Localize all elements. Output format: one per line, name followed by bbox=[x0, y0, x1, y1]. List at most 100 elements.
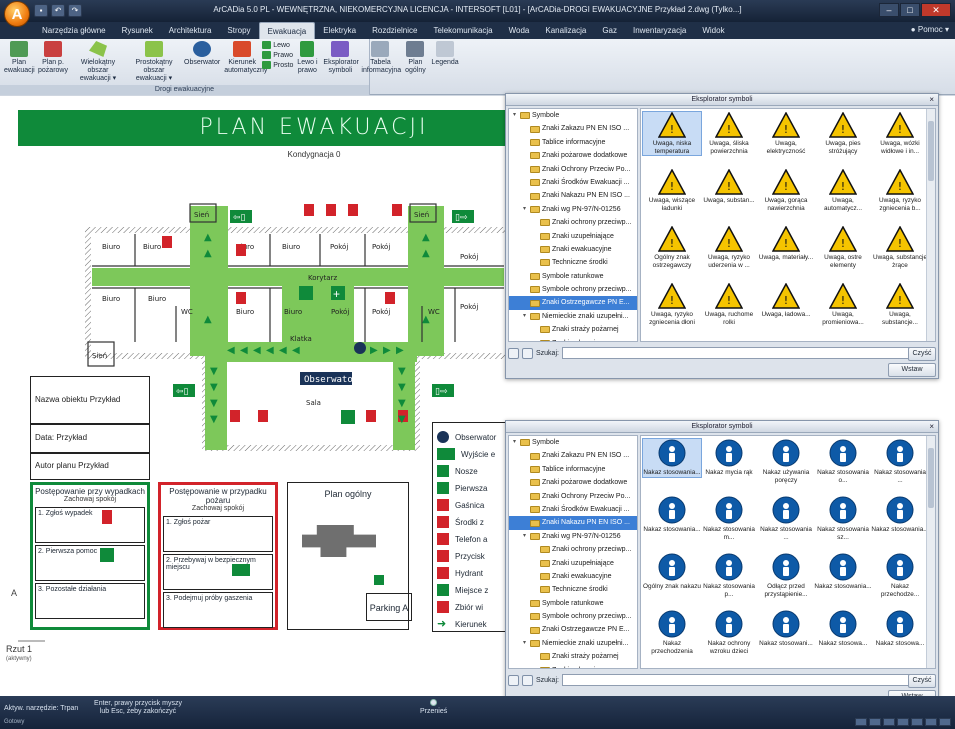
symbol-tile[interactable]: Nakaz stosowania... bbox=[871, 496, 929, 534]
symbol-grid[interactable]: ! Uwaga, substancje...! Uwaga, promieniowa… bbox=[640, 108, 936, 342]
tree-item[interactable]: Znaki straży pożarnej bbox=[509, 323, 637, 336]
symbol-tile[interactable]: ! Uwaga, materiały... bbox=[757, 226, 815, 262]
symbol-tile[interactable]: ! Uwaga, ryzyko zgniecenia dłoni bbox=[643, 283, 701, 326]
clear-button[interactable]: Czyść bbox=[908, 347, 936, 361]
symbol-tile[interactable]: Nakaz używania poręczy bbox=[757, 439, 815, 484]
tab-narzedzia-glowne[interactable]: Narzędzia główne bbox=[34, 22, 114, 39]
tree-item[interactable]: Znaki ewakuacyjne bbox=[509, 570, 637, 583]
symbol-tile[interactable]: Nakaz stosowani... bbox=[757, 610, 815, 648]
symbol-tile[interactable]: Nakaz stosowa... bbox=[871, 610, 929, 648]
tab-ewakuacja[interactable]: Ewakuacja bbox=[258, 22, 316, 39]
tree-item[interactable]: Znaki nakazujące bbox=[509, 337, 637, 341]
tree-item[interactable]: Znaki nakazujące bbox=[509, 664, 637, 668]
tab-kanalizacja[interactable]: Kanalizacja bbox=[537, 22, 594, 39]
symbol-tile[interactable]: ! Ogólny znak ostrzegawczy bbox=[643, 226, 701, 269]
model-toggle[interactable] bbox=[939, 718, 951, 726]
tree-item[interactable]: Znaki Nakazu PN EN ISO ... bbox=[509, 516, 637, 530]
symbol-tile[interactable]: ! Uwaga, śliska powierzchnia bbox=[700, 112, 758, 155]
move-button[interactable]: Przenieś bbox=[420, 699, 447, 715]
symbol-tile[interactable]: Nakaz stosowa... bbox=[814, 610, 872, 648]
tree-item[interactable]: Znaki ewakuacyjne bbox=[509, 243, 637, 256]
symbol-tile[interactable]: ! Uwaga, ostre elementy bbox=[814, 226, 872, 269]
scrollbar-thumb[interactable] bbox=[928, 121, 934, 181]
symbol-tile[interactable]: Nakaz mycia rąk bbox=[700, 439, 758, 477]
tab-architektura[interactable]: Architektura bbox=[161, 22, 220, 39]
symbol-tile[interactable]: ! Uwaga, pies stróżujący bbox=[814, 112, 872, 155]
tree-item[interactable]: Tablice informacyjne bbox=[509, 136, 637, 149]
legenda-button[interactable]: Legenda bbox=[429, 41, 460, 67]
tree-item[interactable]: ▾ Niemieckie znaki uzupełni... bbox=[509, 637, 637, 650]
plan-ogolny-button[interactable]: Plan ogólny bbox=[401, 41, 429, 75]
tree-item[interactable]: Znaki Środków Ewakuacji ... bbox=[509, 176, 637, 189]
tree-item[interactable]: Znaki Ochrony Przeciw Po... bbox=[509, 163, 637, 176]
tabela-informacyjna-button[interactable]: Tabela informacyjna bbox=[359, 41, 401, 75]
tab-woda[interactable]: Woda bbox=[501, 22, 538, 39]
tree-item[interactable]: Znaki straży pożarnej bbox=[509, 650, 637, 663]
tab-rysunek[interactable]: Rysunek bbox=[114, 22, 161, 39]
clear-button[interactable]: Czyść bbox=[908, 674, 936, 688]
obserwator-button[interactable]: Obserwator bbox=[182, 41, 222, 67]
close-button[interactable]: ✕ bbox=[921, 3, 951, 17]
polar-toggle[interactable] bbox=[897, 718, 909, 726]
symbol-tile[interactable]: Nakaz stosowania ... bbox=[757, 496, 815, 541]
filter-icon[interactable] bbox=[522, 347, 533, 359]
ortho-toggle[interactable] bbox=[883, 718, 895, 726]
eksplorator-symboli-button[interactable]: Eksplorator symboli bbox=[321, 41, 359, 75]
symbol-tile[interactable]: Nakaz stosowania sz... bbox=[814, 496, 872, 541]
symbol-tile[interactable]: Nakaz ochrony wzroku dzieci bbox=[700, 610, 758, 655]
symbol-tile[interactable]: Nakaz stosowania... bbox=[642, 438, 702, 478]
osnap-toggle[interactable] bbox=[911, 718, 923, 726]
symbol-tile[interactable]: ! Uwaga, elektryczność bbox=[757, 112, 815, 155]
symbol-tile[interactable]: ! Uwaga, wiszące ładunki bbox=[643, 169, 701, 212]
tab-rozdzielnice[interactable]: Rozdzielnice bbox=[364, 22, 425, 39]
tab-widok[interactable]: Widok bbox=[694, 22, 732, 39]
symbol-tile[interactable]: Nakaz stosowania... bbox=[814, 553, 872, 591]
tree-item[interactable]: Znaki pożarowe dodatkowe bbox=[509, 149, 637, 162]
tree-item[interactable]: ▾ Znaki wg PN-97/N-01256 bbox=[509, 203, 637, 216]
symbol-tile[interactable]: ! Uwaga, ryzyko uderzenia w ... bbox=[700, 226, 758, 269]
help-menu[interactable]: ● Pomoc ▾ bbox=[911, 25, 949, 34]
tree-item[interactable]: Znaki Zakazu PN EN ISO ... bbox=[509, 122, 637, 135]
symbol-tree[interactable]: ▾ Symbole Znaki Zakazu PN EN ISO ... Tablic… bbox=[508, 435, 638, 669]
tree-item[interactable]: Znaki Środków Ewakuacji ... bbox=[509, 503, 637, 516]
search-input[interactable] bbox=[561, 347, 917, 359]
lewo-button[interactable]: Lewo bbox=[262, 41, 293, 49]
filter-icon[interactable] bbox=[522, 674, 533, 686]
wielokatny-obszar-button[interactable]: Wielokątny obszar ewakuacji ▾ bbox=[70, 41, 126, 83]
tree-item[interactable]: Symbole ratunkowe bbox=[509, 597, 637, 610]
tree-item[interactable]: Znaki ochrony przeciwp... bbox=[509, 543, 637, 556]
plan-ewakuacji-button[interactable]: Plan ewakuacji bbox=[2, 41, 36, 75]
lewo-i-prawo-button[interactable]: Lewo i prawo bbox=[293, 41, 321, 75]
tree-item[interactable]: Znaki Zakazu PN EN ISO ... bbox=[509, 449, 637, 462]
symbol-tile[interactable]: ! Uwaga, ładowa... bbox=[757, 283, 815, 319]
symbol-tile[interactable]: ! Uwaga, automatycz... bbox=[814, 169, 872, 212]
tree-view-icon[interactable] bbox=[508, 674, 519, 686]
panel-title[interactable]: Eksplorator symboli × bbox=[506, 421, 938, 433]
scrollbar[interactable] bbox=[926, 436, 935, 668]
expand-icon[interactable]: ▾ bbox=[521, 203, 528, 216]
maximize-button[interactable]: □ bbox=[900, 3, 920, 17]
tree-item[interactable]: Tablice informacyjne bbox=[509, 463, 637, 476]
app-logo[interactable]: A bbox=[4, 1, 30, 27]
observer-marker[interactable] bbox=[354, 342, 366, 354]
symbol-tile[interactable]: ! Uwaga, ruchome rolki bbox=[700, 283, 758, 326]
expand-icon[interactable]: ▾ bbox=[511, 436, 518, 449]
tab-inwentaryzacja[interactable]: Inwentaryzacja bbox=[625, 22, 694, 39]
tree-item[interactable]: ▾ Symbole bbox=[509, 109, 637, 122]
prostokatny-obszar-button[interactable]: Prostokątny obszar ewakuacji ▾ bbox=[126, 41, 182, 83]
tree-item[interactable]: ▾ Znaki wg PN-97/N-01256 bbox=[509, 530, 637, 543]
symbol-tile[interactable]: Odłącz przed przystąpienie... bbox=[757, 553, 815, 598]
expand-icon[interactable]: ▾ bbox=[511, 109, 518, 122]
tree-item[interactable]: Znaki Nakazu PN EN ISO ... bbox=[509, 189, 637, 202]
expand-icon[interactable]: ▾ bbox=[521, 637, 528, 650]
symbol-tile[interactable]: ! Uwaga, substancje żrące bbox=[871, 226, 929, 269]
expand-icon[interactable]: ▾ bbox=[521, 310, 528, 323]
prawo-button[interactable]: Prawo bbox=[262, 51, 293, 59]
tree-item[interactable]: Znaki Ostrzegawcze PN E... bbox=[509, 296, 637, 310]
symbol-tile[interactable]: ! Uwaga, substancje... bbox=[871, 283, 929, 326]
tab-telekomunikacja[interactable]: Telekomunikacja bbox=[425, 22, 500, 39]
close-icon[interactable]: × bbox=[929, 94, 934, 106]
prosto-button[interactable]: Prosto bbox=[262, 61, 293, 69]
tree-item[interactable]: Techniczne środki bbox=[509, 583, 637, 596]
symbol-tile[interactable]: Nakaz stosowania... bbox=[643, 496, 701, 534]
